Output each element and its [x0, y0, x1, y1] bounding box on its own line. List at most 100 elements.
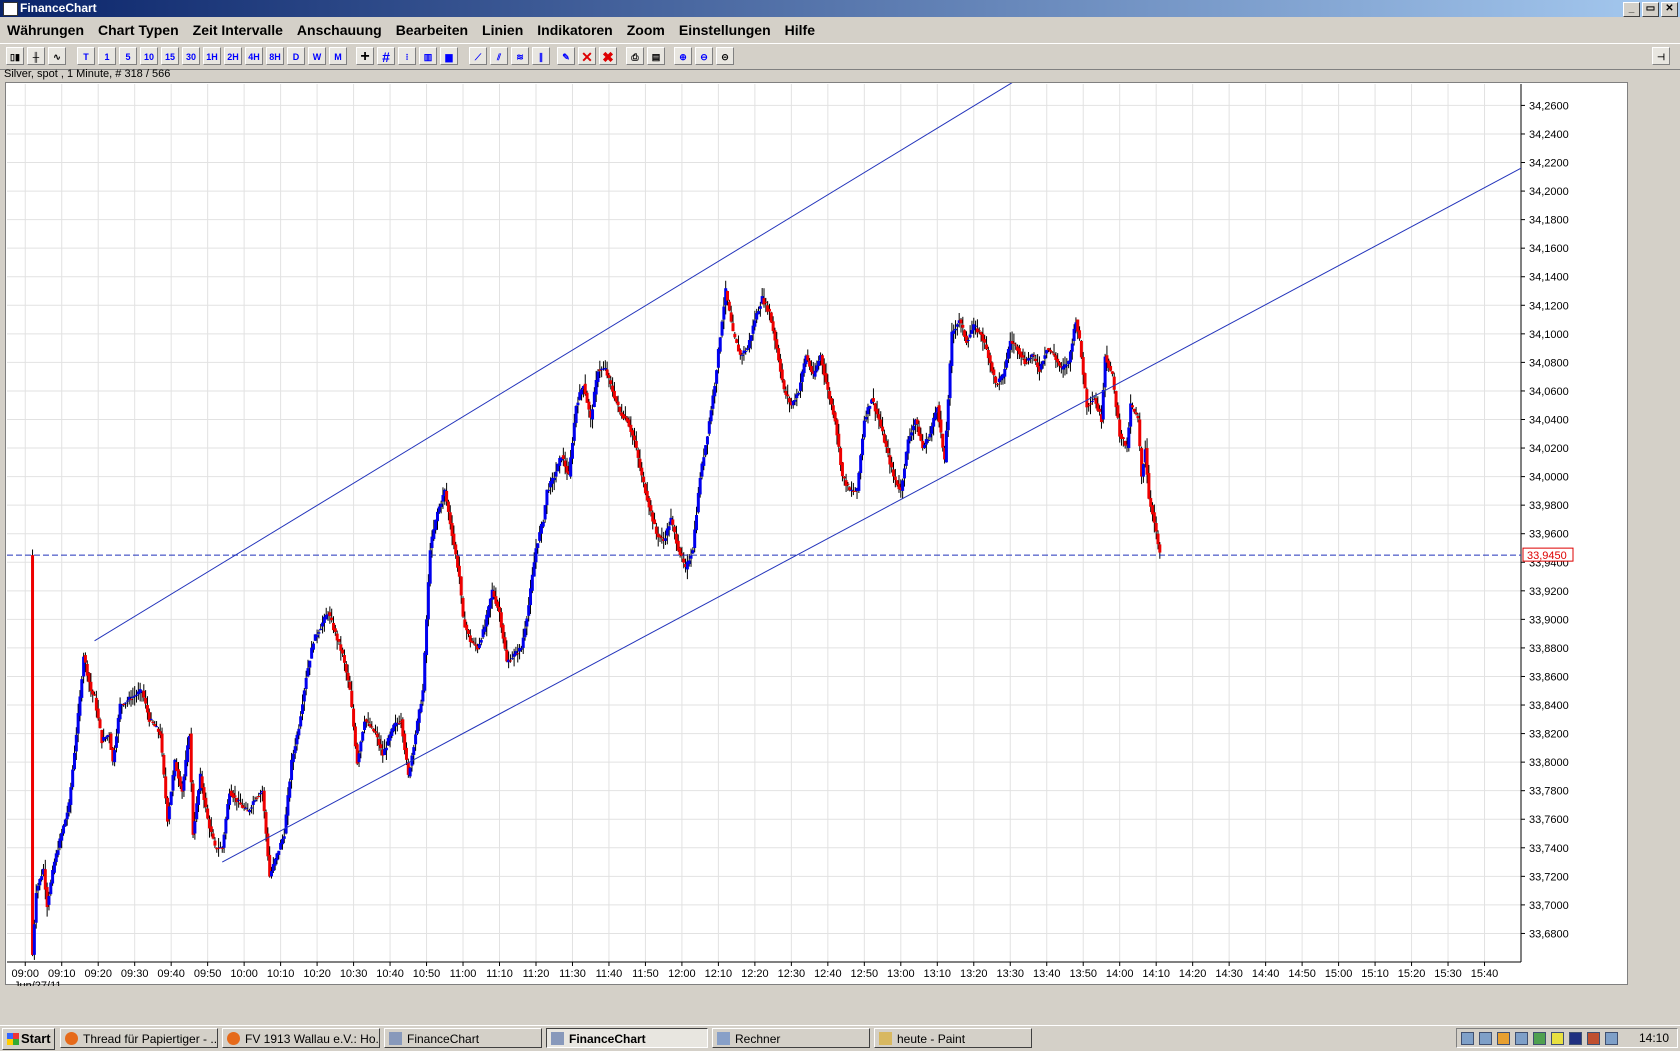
menu-bearbeiten[interactable]: Bearbeiten	[389, 18, 475, 42]
zoom-in-icon[interactable]: ⊕	[674, 47, 692, 65]
candle-body	[488, 598, 492, 609]
candle-body	[543, 505, 547, 520]
tray-icon-update[interactable]	[1533, 1032, 1546, 1045]
task-browser-fv[interactable]: FV 1913 Wallau e.V.: Ho...	[222, 1028, 380, 1048]
interval-4h-button[interactable]: 4H	[245, 47, 263, 65]
task-browser-thread[interactable]: Thread für Papiertiger - ...	[60, 1028, 218, 1048]
zoom-reset-icon[interactable]: ⊝	[716, 47, 734, 65]
candle-body	[1112, 376, 1116, 390]
interval-day-button[interactable]: D	[287, 47, 305, 65]
tray-icon-security[interactable]	[1497, 1032, 1510, 1045]
candle-body	[519, 648, 523, 650]
y-tick-label: 34,2400	[1529, 129, 1569, 141]
task-financechart-1[interactable]: FinanceChart	[384, 1028, 542, 1048]
delete-all-lines-icon[interactable]: ✖	[599, 47, 617, 65]
candle-body	[255, 797, 259, 799]
menu-hilfe[interactable]: Hilfe	[778, 18, 822, 42]
candle-body	[711, 395, 715, 409]
candle-body	[964, 335, 968, 343]
menu-chart-typen[interactable]: Chart Typen	[91, 18, 186, 42]
candle-body	[1101, 390, 1105, 420]
candle-body	[1098, 408, 1102, 412]
candle-body	[317, 632, 321, 634]
tray-icon-volume[interactable]	[1605, 1032, 1618, 1045]
chart-app-icon	[551, 1032, 564, 1045]
menu-zeit-intervalle[interactable]: Zeit Intervalle	[186, 18, 290, 42]
candle-body	[145, 705, 149, 713]
candle-body	[1014, 344, 1018, 346]
candle-body	[1068, 351, 1072, 363]
y-tick-label: 33,8800	[1529, 643, 1569, 655]
print-icon[interactable]: ⎙	[626, 47, 644, 65]
interval-2h-button[interactable]: 2H	[224, 47, 242, 65]
restore-button[interactable]: ▭	[1642, 2, 1659, 17]
menu-waehrungen[interactable]: Währungen	[0, 18, 91, 42]
grid-icon[interactable]: #	[377, 47, 395, 65]
interval-1m-button[interactable]: 1	[98, 47, 116, 65]
candle-body	[924, 439, 928, 445]
candle-body	[716, 349, 720, 368]
candle-body	[623, 415, 627, 418]
volume-icon[interactable]: ▥	[419, 47, 437, 65]
interval-tick-button[interactable]: T	[77, 47, 95, 65]
candle-body	[817, 360, 821, 366]
start-button[interactable]: Start	[2, 1028, 55, 1050]
menu-einstellungen[interactable]: Einstellungen	[672, 18, 778, 42]
menu-anschauung[interactable]: Anschauung	[290, 18, 389, 42]
channel-icon[interactable]: ⫽	[490, 47, 508, 65]
interval-5m-button[interactable]: 5	[119, 47, 137, 65]
pin-icon[interactable]: ⊣	[1652, 47, 1670, 65]
delete-line-icon[interactable]: ✕	[578, 47, 596, 65]
candle-body	[574, 405, 578, 424]
tray-icon-network[interactable]	[1461, 1032, 1474, 1045]
tray-icon-settings[interactable]	[1479, 1032, 1492, 1045]
indicator-icon[interactable]: ⁝	[398, 47, 416, 65]
fibonacci-icon[interactable]: ≋	[511, 47, 529, 65]
menu-zoom[interactable]: Zoom	[620, 18, 672, 42]
interval-30m-button[interactable]: 30	[182, 47, 200, 65]
parallel-lines-icon[interactable]: ∥	[532, 47, 550, 65]
task-financechart-2[interactable]: FinanceChart	[546, 1028, 708, 1048]
windows-logo-icon	[7, 1033, 19, 1045]
close-button[interactable]: ✕	[1661, 2, 1678, 17]
histogram-icon[interactable]: ▆	[440, 47, 458, 65]
task-paint[interactable]: heute - Paint	[874, 1028, 1032, 1048]
candle-body	[744, 351, 748, 353]
price-chart[interactable]: 34,2600 34,2400 34,2200 34,2000 34,1800 34,16…	[6, 0, 1629, 992]
crosshair-icon[interactable]: +	[356, 47, 374, 65]
candle-body	[71, 769, 75, 788]
candle-body	[605, 369, 609, 376]
menu-linien[interactable]: Linien	[475, 18, 530, 42]
tray-icon-notification[interactable]	[1551, 1032, 1564, 1045]
candle-body	[419, 703, 423, 713]
tray-icon-display[interactable]	[1515, 1032, 1528, 1045]
candlestick-chart-icon[interactable]: ▯▮	[6, 47, 24, 65]
tray-icon-info[interactable]	[1569, 1032, 1582, 1045]
chart-area[interactable]: 34,2600 34,2400 34,2200 34,2000 34,1800 34,16…	[5, 0, 1629, 992]
minimize-button[interactable]: _	[1623, 2, 1640, 17]
interval-15m-button[interactable]: 15	[161, 47, 179, 65]
interval-1h-button[interactable]: 1H	[203, 47, 221, 65]
edit-line-icon[interactable]: ✎	[557, 47, 575, 65]
interval-month-button[interactable]: M	[329, 47, 347, 65]
tray-icon-app[interactable]	[1587, 1032, 1600, 1045]
y-tick-label: 33,8000	[1529, 757, 1569, 769]
candle-body	[269, 871, 273, 877]
interval-week-button[interactable]: W	[308, 47, 326, 65]
candle-body	[421, 690, 425, 702]
line-chart-icon[interactable]: ∿	[48, 47, 66, 65]
x-tick-label: 09:10	[48, 968, 76, 980]
candle-body	[769, 312, 773, 323]
interval-10m-button[interactable]: 10	[140, 47, 158, 65]
bar-chart-icon[interactable]: ╫	[27, 47, 45, 65]
zoom-out-icon[interactable]: ⊖	[695, 47, 713, 65]
print-preview-icon[interactable]: ▤	[647, 47, 665, 65]
interval-8h-button[interactable]: 8H	[266, 47, 284, 65]
y-tick-label: 34,1200	[1529, 300, 1569, 312]
trendline-icon[interactable]: ⟋	[469, 47, 487, 65]
menu-indikatoren[interactable]: Indikatoren	[530, 18, 619, 42]
candle-body	[591, 409, 595, 420]
candle-body	[1083, 373, 1087, 389]
x-tick-label: 13:10	[924, 968, 952, 980]
task-rechner[interactable]: Rechner	[712, 1028, 870, 1048]
